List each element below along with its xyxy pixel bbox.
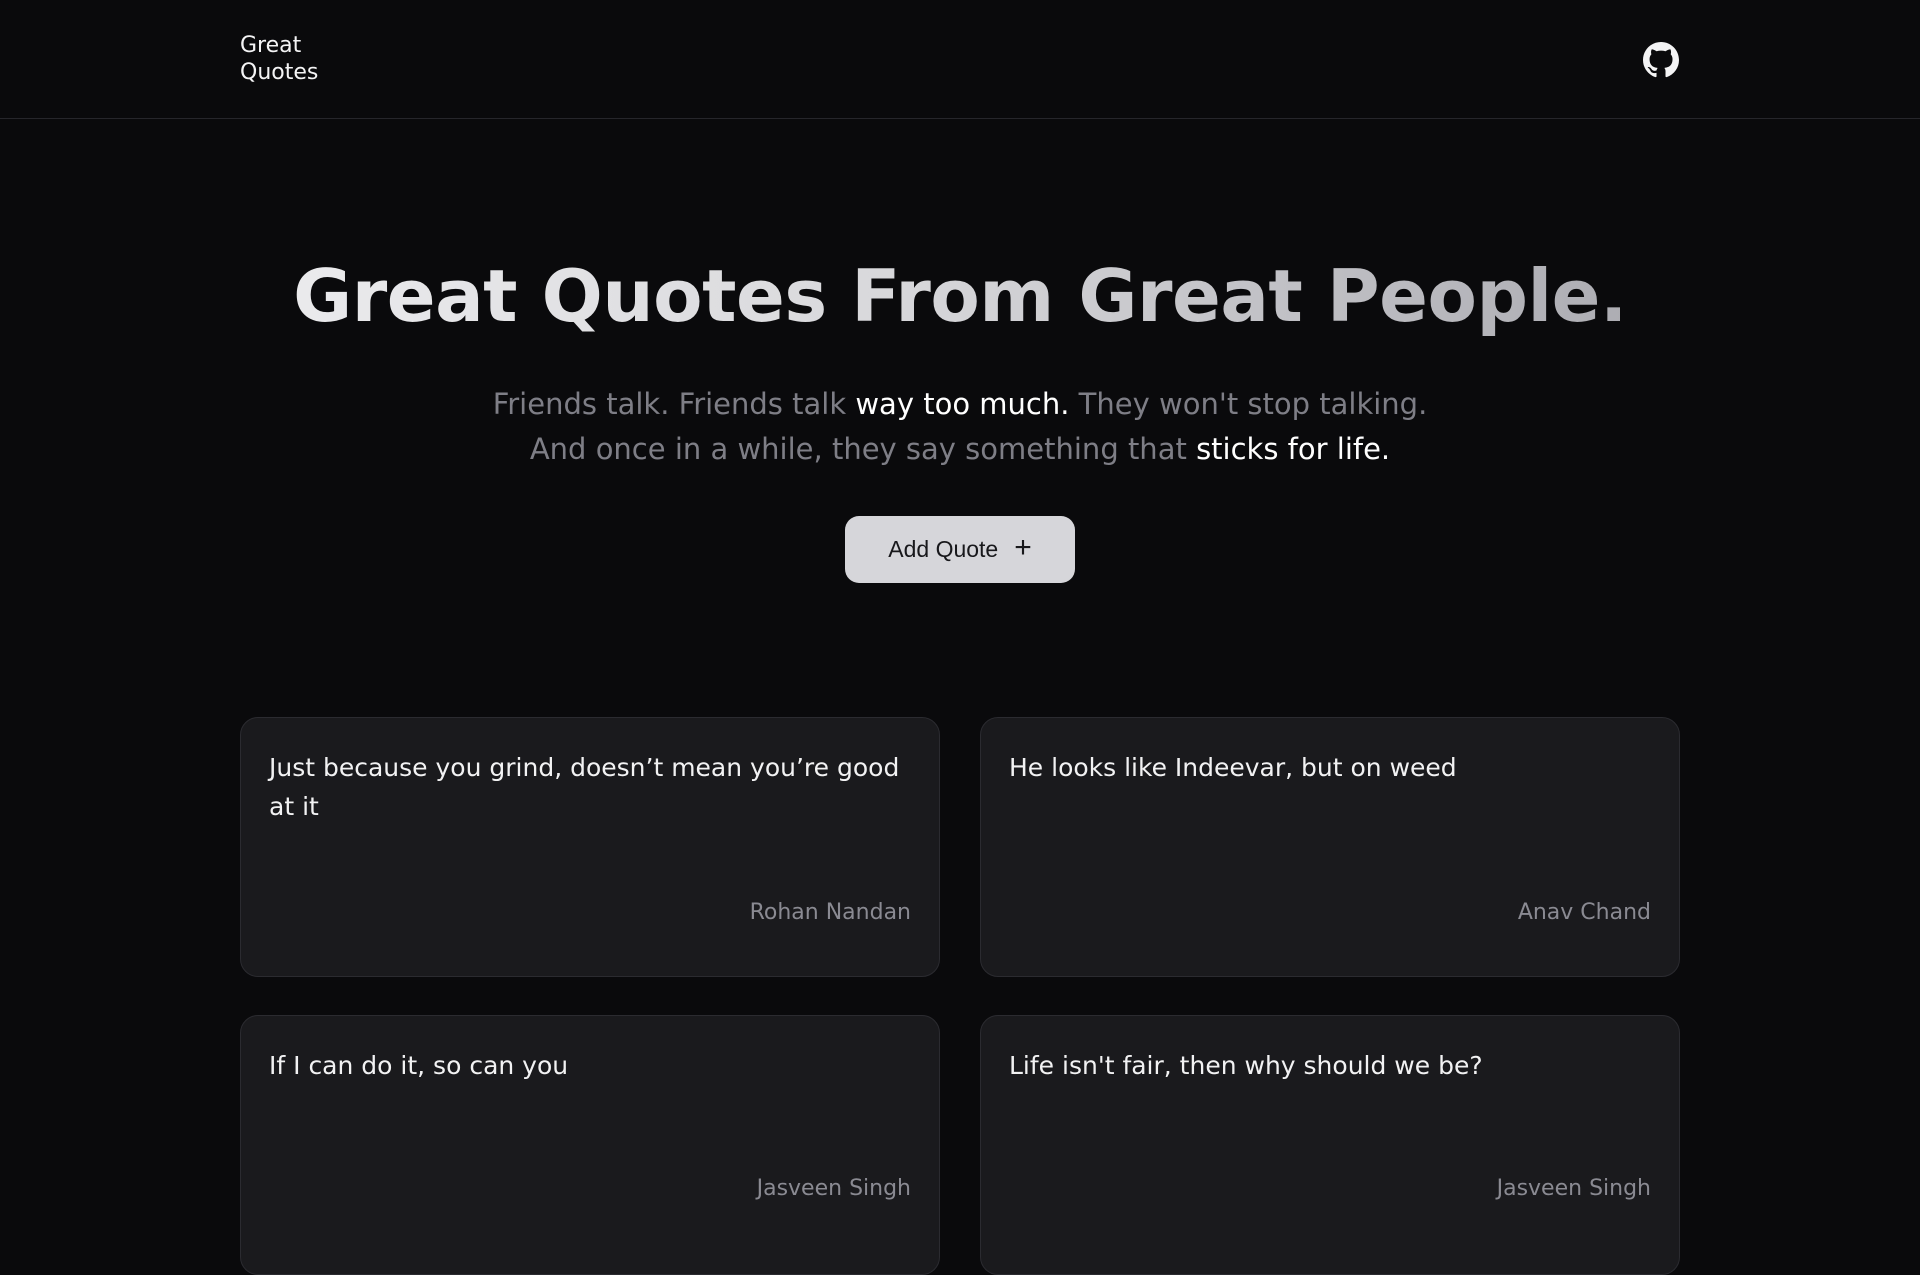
subtitle-text: Friends talk. Friends talk [492,387,856,421]
quote-author: Anav Chand [1517,900,1651,925]
quote-text: If I can do it, so can you [269,1051,569,1080]
add-quote-label: Add Quote [888,536,999,562]
subtitle-text: And once in a while, they say something … [529,432,1197,466]
quote-text: Just because you grind, doesn’t mean you… [269,753,900,821]
quote-card: He looks like Indeevar, but on weed Anav… [980,717,1680,977]
quote-card: If I can do it, so can you Jasveen Singh [240,1015,940,1275]
quote-card: Just because you grind, doesn’t mean you… [240,717,940,977]
github-icon[interactable] [1643,42,1679,78]
add-quote-button[interactable]: Add Quote + [845,516,1075,583]
quote-card: Life isn't fair, then why should we be? … [980,1015,1680,1275]
quote-text: He looks like Indeevar, but on weed [1009,753,1457,782]
brand-line-2: Quotes [240,60,319,85]
subtitle-highlight: sticks for life. [1196,432,1391,466]
hero-subtitle: Friends talk. Friends talk way too much.… [0,382,1920,472]
brand-logo[interactable]: Great Quotes [240,32,318,86]
page-title: Great Quotes From Great People. [0,248,1920,344]
plus-icon: + [1014,531,1032,564]
brand-line-1: Great [240,33,302,58]
quote-author: Rohan Nandan [749,900,911,925]
top-nav: Great Quotes [0,0,1920,119]
subtitle-highlight: way too much. [855,387,1070,421]
subtitle-text: They won't stop talking. [1069,387,1428,421]
quote-text: Life isn't fair, then why should we be? [1009,1051,1483,1080]
